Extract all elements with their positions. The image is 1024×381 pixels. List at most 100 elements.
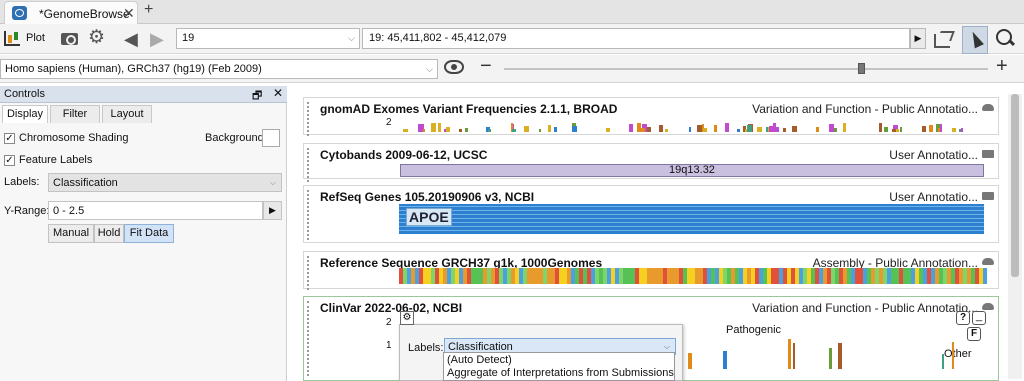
zoom-slider-track[interactable] [504,68,988,70]
track-refseq[interactable]: RefSeq Genes 105.20190906 v3, NCBI User … [303,185,999,243]
restore-panel-icon[interactable]: 🗗 [252,87,262,106]
zoom-in-icon[interactable]: + [996,55,1008,78]
eye-icon[interactable] [444,60,464,74]
dropdown-option[interactable]: Aggregate of Interpretations from Submis… [447,367,674,379]
back-arrow-icon[interactable]: ◀ [124,28,146,50]
track-gnomad[interactable]: gnomAD Exomes Variant Frequencies 2.1.1,… [303,97,999,136]
variant-mark [843,123,846,132]
variant-mark [697,125,702,132]
variant-mark [647,127,651,132]
drag-handle[interactable] [307,190,313,240]
variant-mark [940,124,942,132]
cursor-icon [968,29,984,49]
variant-mark [838,343,842,369]
variant-mark [942,354,944,369]
variant-mark [403,129,408,132]
variant-mark [788,339,791,369]
chromosome-shading-checkbox[interactable]: ✓ [4,133,15,144]
track-title: gnomAD Exomes Variant Frequencies 2.1.1,… [320,102,618,116]
y-range-apply-button[interactable]: ▶ [263,201,282,220]
gene-feature[interactable] [399,204,984,234]
position-range-input[interactable]: 19: 45,411,802 - 45,412,079 [362,28,910,49]
close-tab-icon[interactable]: ✕ [123,5,135,22]
cloud-icon [982,104,994,111]
drag-handle[interactable] [307,102,313,136]
manual-button[interactable]: Manual [48,224,94,243]
variant-mark [929,125,933,132]
variant-mark [725,123,729,132]
y-range-input[interactable]: 0 - 2.5 [48,201,263,220]
scrollbar-thumb[interactable] [1011,94,1019,277]
tab-filter[interactable]: Filter [50,105,100,123]
select-tool-button[interactable] [962,26,988,54]
variant-mark [512,129,516,132]
variant-mark [554,127,557,132]
variant-mark [629,124,633,132]
gear-icon[interactable]: ⚙ [88,28,108,50]
y-tick-label: 2 [386,317,392,328]
variant-mark [659,125,663,132]
drag-handle[interactable] [307,301,313,376]
hold-button[interactable]: Hold [94,224,124,243]
cloud-icon [982,303,994,310]
dropdown-option[interactable]: (Auto Detect) [447,354,512,366]
variant-mark [793,343,795,369]
track-source: User Annotatio... [889,148,978,162]
help-button[interactable]: ? [956,311,970,325]
chevron-down-icon: ⌵ [348,33,355,43]
variant-mark [952,342,954,369]
tab-display[interactable]: Display [2,105,48,123]
background-color-swatch[interactable] [262,129,280,147]
zoom-slider-thumb[interactable] [858,63,865,74]
cloud-icon [982,258,994,265]
genome-select[interactable]: Homo sapiens (Human), GRCh37 (hg19) (Feb… [0,59,438,79]
variant-mark [606,128,610,132]
plot-button[interactable]: Plot [4,28,54,50]
camera-icon[interactable] [60,28,80,50]
track-title: ClinVar 2022-06-02, NCBI [320,301,463,315]
drag-handle[interactable] [307,256,313,290]
base-mark [983,268,987,284]
variant-mark [459,129,462,132]
variant-mark [539,129,541,132]
chevron-down-icon: ⌵ [663,342,670,351]
export-icon[interactable] [932,28,954,50]
variant-mark [792,126,797,132]
track-cytobands[interactable]: Cytobands 2009-06-12, UCSC User Annotati… [303,143,999,182]
track-title: Cytobands 2009-06-12, UCSC [320,148,488,162]
new-tab-button[interactable]: + [144,1,153,19]
variant-mark [829,124,834,132]
zoom-out-icon[interactable]: − [480,55,492,78]
close-panel-icon[interactable]: ✕ [273,86,283,100]
zoom-search-icon[interactable] [994,28,1016,50]
variant-mark [747,125,752,132]
fit-data-button[interactable]: Fit Data [124,224,174,243]
variant-mark [465,128,468,132]
labels-dropdown-list: (Auto Detect) Aggregate of Interpretatio… [443,352,675,381]
chromosome-select[interactable]: 19 ⌵ [176,28,360,49]
track-source: Variation and Function - Public Annotati… [752,301,978,315]
variant-mark [488,129,491,132]
labels-label: Labels: [4,176,40,188]
controls-title: Controls [4,88,45,100]
minimize-button[interactable]: _ [972,311,986,325]
labels-select[interactable]: Classification ⌵ [48,173,282,192]
popup-labels-label: Labels: [408,342,444,354]
y-range-label: Y-Range: [4,205,50,217]
forward-arrow-icon[interactable]: ▶ [150,28,172,50]
feature-labels-checkbox[interactable]: ✓ [4,155,15,166]
cytoband[interactable]: 19q13.32 [400,164,984,177]
folder-icon [982,192,994,200]
tab-layout[interactable]: Layout [102,105,152,123]
go-button[interactable]: ▶ [910,28,926,49]
drag-handle[interactable] [307,148,313,182]
track-gear-icon[interactable]: ⚙ [400,311,414,325]
chevron-down-icon: ⌵ [426,64,433,74]
genomebrowse-app-icon [12,6,27,20]
document-tab[interactable]: *GenomeBrowse ✕ [4,1,138,24]
variant-mark [446,127,450,132]
variant-mark [892,129,896,132]
variant-marks [400,120,984,132]
tracks-scrollbar[interactable] [1008,94,1022,379]
track-reference[interactable]: Reference Sequence GRCH37 g1k, 1000Genom… [303,251,999,290]
